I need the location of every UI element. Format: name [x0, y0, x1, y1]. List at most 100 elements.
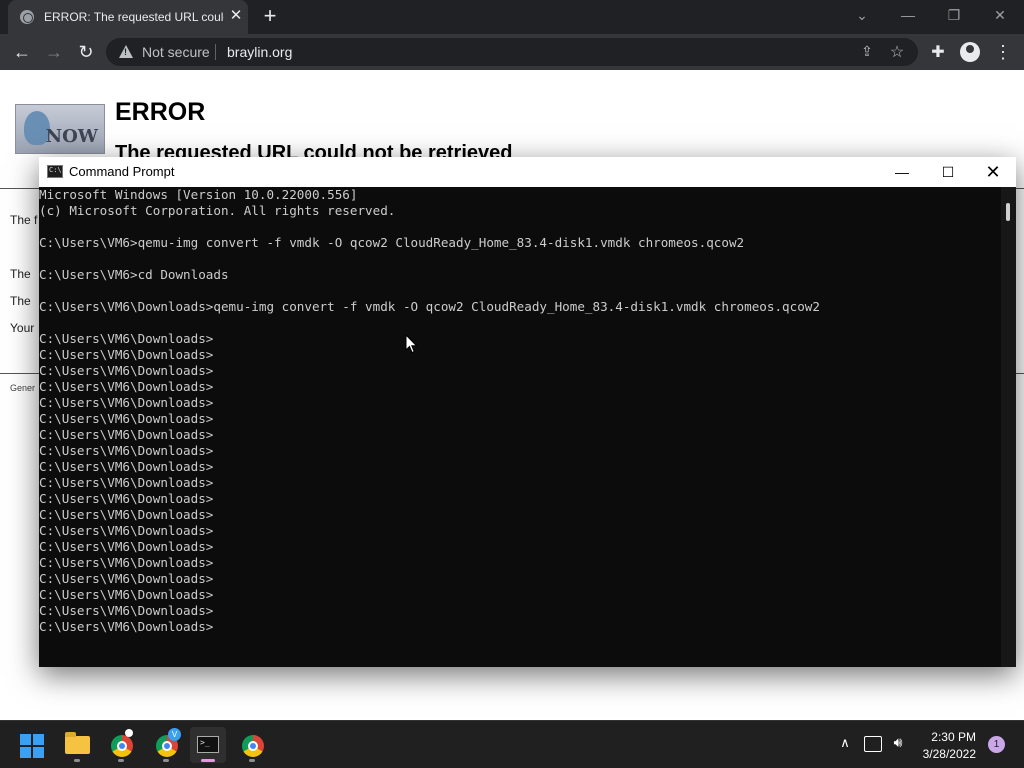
cmd-output-line: C:\Users\VM6\Downloads>	[39, 363, 214, 378]
logo-text: NOW	[45, 126, 98, 147]
cmd-minimize-button[interactable]: —	[879, 157, 925, 187]
page-text: Your	[10, 321, 35, 335]
restore-button[interactable]: ❐	[940, 6, 968, 26]
cmd-output-line	[39, 251, 1001, 267]
cmd-output-line	[39, 315, 1001, 331]
active-indicator	[201, 759, 215, 762]
windows-logo-icon	[20, 747, 31, 758]
close-button[interactable]: ✕	[986, 6, 1014, 26]
running-indicator	[249, 759, 255, 762]
windows-logo-icon	[33, 747, 44, 758]
desktop-screen: ERROR: The requested URL could not be re…	[0, 0, 1024, 768]
cmd-scrollbar[interactable]	[1001, 187, 1016, 667]
command-prompt-taskbar-button[interactable]	[190, 727, 226, 763]
cmd-output-line: (c) Microsoft Corporation. All rights re…	[39, 203, 396, 218]
cmd-output-line: C:\Users\VM6\Downloads>	[39, 395, 214, 410]
cmd-output-line: C:\Users\VM6\Downloads>	[39, 347, 214, 362]
tab-title: ERROR: The requested URL could not be re…	[44, 10, 224, 24]
cmd-output-line: C:\Users\VM6\Downloads>	[39, 411, 214, 426]
page-text: The	[10, 294, 31, 308]
cmd-output-line: C:\Users\VM6\Downloads>	[39, 507, 214, 522]
tab-close-icon[interactable]: ✕	[228, 8, 244, 24]
cmd-output-line: C:\Users\VM6\Downloads>qemu-img convert …	[39, 299, 820, 314]
tab-search-chevron-icon[interactable]: ⌄	[848, 6, 876, 26]
cmd-app-icon	[47, 165, 63, 178]
cmd-scroll-thumb[interactable]	[1006, 203, 1010, 221]
cmd-output-line	[39, 219, 1001, 235]
cmd-output-line: C:\Users\VM6>qemu-img convert -f vmdk -O…	[39, 235, 745, 250]
globe-icon	[20, 10, 34, 24]
running-indicator	[118, 759, 124, 762]
profile-icon	[125, 729, 133, 737]
url-text[interactable]: braylin.org	[227, 44, 292, 60]
browser-toolbar: ← → ↻ Not secure braylin.org ⇪ ☆ ✚ ⋮	[0, 34, 1024, 70]
tab-strip: ERROR: The requested URL could not be re…	[0, 0, 1024, 34]
cmd-output-line: C:\Users\VM6\Downloads>	[39, 523, 214, 538]
chrome-button[interactable]	[103, 727, 139, 763]
cmd-title: Command Prompt	[69, 164, 175, 179]
folder-icon	[65, 732, 90, 754]
cmd-output-line	[39, 283, 1001, 299]
minimize-button[interactable]: —	[894, 6, 922, 26]
cmd-output-line: C:\Users\VM6\Downloads>	[39, 619, 214, 634]
security-label[interactable]: Not secure	[142, 44, 210, 60]
chrome-icon	[242, 735, 264, 757]
command-prompt-window[interactable]: Command Prompt — ☐ ✕ Microsoft Windows […	[39, 157, 1016, 667]
profile-icon[interactable]	[960, 42, 980, 62]
clock-date[interactable]: 3/28/2022	[916, 747, 976, 761]
cmd-output-line: C:\Users\VM6\Downloads>	[39, 539, 214, 554]
cmd-console-output[interactable]: Microsoft Windows [Version 10.0.22000.55…	[39, 187, 1001, 667]
cmd-output-line: C:\Users\VM6\Downloads>	[39, 427, 214, 442]
page-text: The	[10, 267, 31, 281]
page-text: The f	[10, 213, 38, 227]
page-title: ERROR	[115, 98, 206, 126]
cmd-output-line: C:\Users\VM6\Downloads>	[39, 331, 214, 346]
reload-icon[interactable]: ↻	[74, 40, 98, 64]
network-icon[interactable]	[864, 736, 882, 752]
browser-tab[interactable]: ERROR: The requested URL could not be re…	[8, 0, 248, 34]
profile-badge: V	[168, 728, 181, 741]
star-icon[interactable]: ☆	[888, 42, 906, 61]
chevron-up-icon[interactable]: ∧	[836, 735, 854, 753]
new-tab-button[interactable]: +	[258, 5, 282, 29]
volume-icon[interactable]: 🔊︎	[889, 734, 907, 752]
cmd-output-line: C:\Users\VM6\Downloads>	[39, 475, 214, 490]
cmd-output-line: C:\Users\VM6\Downloads>	[39, 571, 214, 586]
cmd-titlebar[interactable]: Command Prompt — ☐ ✕	[39, 157, 1016, 187]
windows-logo-icon	[33, 734, 44, 745]
running-indicator	[163, 759, 169, 762]
page-footer-text: Gener	[10, 383, 36, 393]
taskbar: V ∧ 🔊︎ 2:30 PM 3/28/2022 1	[0, 720, 1024, 768]
file-explorer-button[interactable]	[59, 727, 95, 763]
address-bar[interactable]: Not secure braylin.org ⇪ ☆	[106, 38, 918, 66]
kebab-menu-icon[interactable]: ⋮	[994, 41, 1012, 63]
forward-arrow-icon[interactable]: →	[42, 40, 66, 64]
running-indicator	[74, 759, 80, 762]
cmd-output-line: C:\Users\VM6>cd Downloads	[39, 267, 229, 282]
cmd-output-line: Microsoft Windows [Version 10.0.22000.55…	[39, 187, 358, 202]
back-arrow-icon[interactable]: ←	[10, 40, 34, 64]
omnibox-separator	[215, 44, 216, 60]
cmd-output-line: C:\Users\VM6\Downloads>	[39, 459, 214, 474]
start-button[interactable]	[14, 727, 50, 763]
chrome-icon	[111, 735, 133, 757]
chrome-button[interactable]	[234, 727, 270, 763]
cmd-output-line: C:\Users\VM6\Downloads>	[39, 443, 214, 458]
warning-icon[interactable]	[119, 45, 133, 58]
terminal-icon	[197, 736, 219, 753]
squid-logo: NOW	[15, 104, 105, 154]
cmd-output-line: C:\Users\VM6\Downloads>	[39, 587, 214, 602]
cmd-maximize-button[interactable]: ☐	[925, 157, 971, 187]
cmd-output-line: C:\Users\VM6\Downloads>	[39, 379, 214, 394]
windows-logo-icon	[20, 734, 31, 745]
cmd-output-line: C:\Users\VM6\Downloads>	[39, 555, 214, 570]
mouse-cursor-icon	[405, 334, 418, 354]
cmd-output-line: C:\Users\VM6\Downloads>	[39, 491, 214, 506]
chrome-profile-button[interactable]: V	[148, 727, 184, 763]
share-icon[interactable]: ⇪	[858, 43, 876, 61]
puzzle-icon[interactable]: ✚	[928, 42, 948, 62]
cmd-output-line: C:\Users\VM6\Downloads>	[39, 603, 214, 618]
notification-badge[interactable]: 1	[988, 736, 1005, 753]
cmd-close-button[interactable]: ✕	[970, 157, 1016, 187]
clock-time[interactable]: 2:30 PM	[920, 730, 976, 744]
